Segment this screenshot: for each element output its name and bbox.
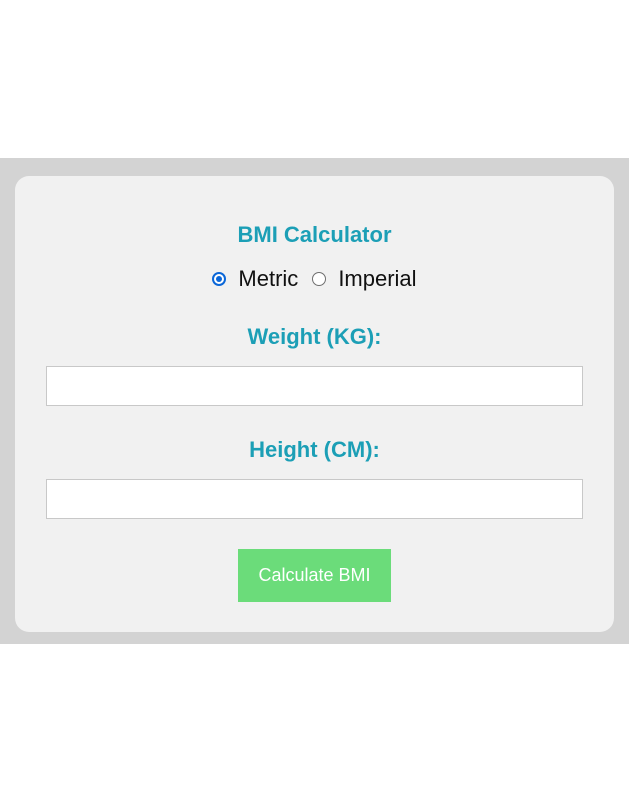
metric-radio[interactable] bbox=[212, 272, 227, 286]
unit-option-metric[interactable]: Metric bbox=[212, 266, 298, 292]
imperial-label: Imperial bbox=[338, 266, 417, 291]
imperial-radio[interactable] bbox=[312, 272, 327, 286]
weight-label: Weight (KG): bbox=[247, 324, 382, 349]
metric-label: Metric bbox=[238, 266, 299, 291]
weight-input[interactable] bbox=[46, 366, 583, 406]
calculator-title: BMI Calculator bbox=[237, 222, 392, 247]
unit-option-imperial[interactable]: Imperial bbox=[312, 266, 417, 292]
calculate-bmi-button[interactable]: Calculate BMI bbox=[238, 549, 391, 602]
height-label: Height (CM): bbox=[249, 437, 380, 462]
unit-selector: Metric Imperial bbox=[0, 266, 629, 292]
height-input[interactable] bbox=[46, 479, 583, 519]
